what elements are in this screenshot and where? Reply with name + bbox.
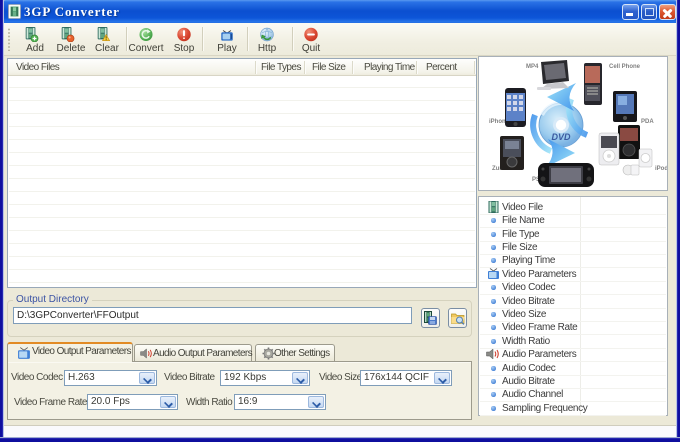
svg-text:MP4: MP4 xyxy=(526,64,539,70)
svg-text:Cell Phone: Cell Phone xyxy=(609,64,641,70)
svg-text:DVD: DVD xyxy=(551,132,571,142)
svg-text:PDA: PDA xyxy=(641,119,654,125)
svg-text:iPod: iPod xyxy=(655,166,667,172)
